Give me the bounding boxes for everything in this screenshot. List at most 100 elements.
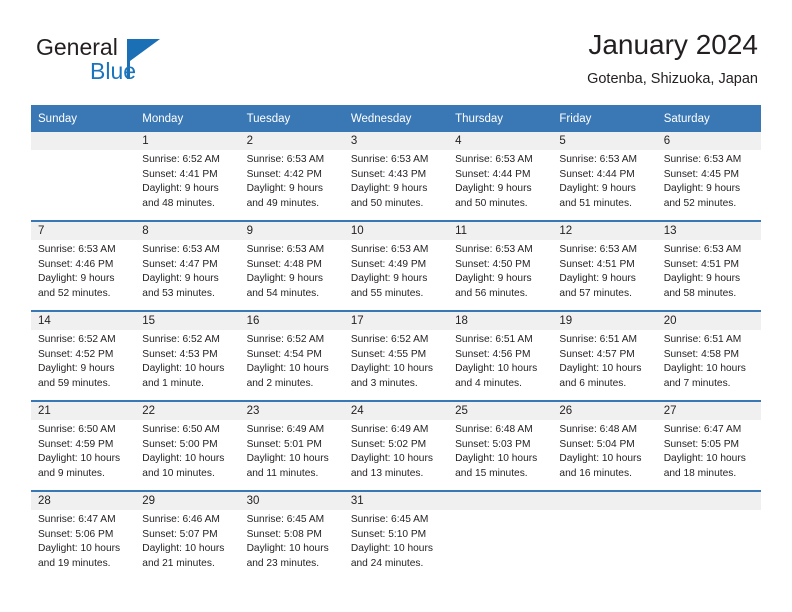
day-details: Sunrise: 6:51 AM Sunset: 4:56 PM Daylight:… [448,330,552,391]
calendar-cell[interactable]: 21 Sunrise: 6:50 AM Sunset: 4:59 PM Dayligh… [31,400,136,491]
day-cell[interactable]: 22 Sunrise: 6:50 AM Sunset: 5:00 PM Dayligh… [135,402,240,490]
calendar-cell[interactable]: 15 Sunrise: 6:52 AM Sunset: 4:53 PM Dayligh… [135,310,240,401]
calendar-cell[interactable]: 9 Sunrise: 6:53 AM Sunset: 4:48 PM Daylight… [239,220,344,311]
day-cell[interactable]: 25 Sunrise: 6:48 AM Sunset: 5:03 PM Dayligh… [448,402,553,490]
day-cell[interactable]: 10 Sunrise: 6:53 AM Sunset: 4:49 PM Dayligh… [343,222,449,310]
day-cell[interactable]: 13 Sunrise: 6:53 AM Sunset: 4:51 PM Dayligh… [656,222,761,310]
day-cell[interactable]: 31 Sunrise: 6:45 AM Sunset: 5:10 PM Dayligh… [343,492,449,580]
day-cell[interactable]: 29 Sunrise: 6:46 AM Sunset: 5:07 PM Dayligh… [135,492,240,580]
day-details [31,150,135,153]
day-cell[interactable]: 16 Sunrise: 6:52 AM Sunset: 4:54 PM Dayligh… [239,312,344,400]
calendar-cell[interactable]: 14 Sunrise: 6:52 AM Sunset: 4:52 PM Dayligh… [31,310,136,401]
calendar-cell[interactable]: 8 Sunrise: 6:53 AM Sunset: 4:47 PM Daylight… [135,220,240,311]
calendar-cell[interactable]: 18 Sunrise: 6:51 AM Sunset: 4:56 PM Dayligh… [448,310,553,401]
day-number: 15 [135,312,240,330]
calendar-cell[interactable]: 7 Sunrise: 6:53 AM Sunset: 4:46 PM Daylight… [31,220,136,311]
brand-logo[interactable]: General Blue [34,34,254,90]
sunrise-line: Sunrise: 6:53 AM [559,154,637,165]
day-details: Sunrise: 6:52 AM Sunset: 4:54 PM Daylight:… [240,330,344,391]
sunrise-line: Sunrise: 6:50 AM [142,424,220,435]
calendar-cell[interactable]: 1 Sunrise: 6:52 AM Sunset: 4:41 PM Daylight… [135,132,240,221]
calendar-week-row: 14 Sunrise: 6:52 AM Sunset: 4:52 PM Dayligh… [31,310,761,401]
weekday-header-saturday: Saturday [656,105,761,132]
day-number: 16 [239,312,344,330]
day-cell[interactable] [552,492,657,580]
sunrise-line: Sunrise: 6:49 AM [246,424,325,435]
daylight-line-1: Daylight: 9 hours [663,183,741,195]
calendar-cell[interactable]: 29 Sunrise: 6:46 AM Sunset: 5:07 PM Dayligh… [135,490,240,580]
calendar-cell[interactable]: 10 Sunrise: 6:53 AM Sunset: 4:49 PM Dayligh… [343,220,449,311]
daylight-line-2: and 58 minutes. [663,287,737,299]
day-cell[interactable]: 27 Sunrise: 6:47 AM Sunset: 5:05 PM Dayligh… [656,402,761,490]
day-cell[interactable]: 19 Sunrise: 6:51 AM Sunset: 4:57 PM Dayligh… [552,312,657,400]
daylight-line-1: Daylight: 10 hours [559,453,642,465]
day-cell[interactable]: 8 Sunrise: 6:53 AM Sunset: 4:47 PM Daylight… [135,222,240,310]
daylight-line-2: and 16 minutes. [559,467,632,479]
day-number [448,492,553,510]
calendar-cell[interactable]: 11 Sunrise: 6:53 AM Sunset: 4:50 PM Dayligh… [448,220,553,311]
calendar-cell[interactable]: 16 Sunrise: 6:52 AM Sunset: 4:54 PM Dayligh… [239,310,344,401]
calendar-cell[interactable]: 2 Sunrise: 6:53 AM Sunset: 4:42 PM Daylight… [239,132,344,221]
daylight-line-2: and 53 minutes. [142,287,215,299]
daylight-line-2: and 9 minutes. [38,467,105,479]
calendar-head: Sunday Monday Tuesday Wednesday Thursday… [31,105,761,132]
day-cell[interactable]: 1 Sunrise: 6:52 AM Sunset: 4:41 PM Daylight… [135,132,240,220]
day-cell[interactable]: 21 Sunrise: 6:50 AM Sunset: 4:59 PM Dayligh… [31,402,136,490]
calendar-cell[interactable]: 30 Sunrise: 6:45 AM Sunset: 5:08 PM Dayligh… [239,490,344,580]
sunrise-line: Sunrise: 6:48 AM [455,424,533,435]
day-number: 2 [239,132,344,150]
day-cell[interactable]: 5 Sunrise: 6:53 AM Sunset: 4:44 PM Daylight… [552,132,657,220]
day-cell[interactable]: 30 Sunrise: 6:45 AM Sunset: 5:08 PM Dayligh… [239,492,344,580]
day-cell[interactable] [31,132,136,220]
calendar-cell[interactable] [31,132,136,221]
sunset-line: Sunset: 4:42 PM [246,168,322,180]
sunset-line: Sunset: 4:53 PM [142,348,218,360]
calendar-cell[interactable]: 26 Sunrise: 6:48 AM Sunset: 5:04 PM Dayligh… [552,400,657,491]
weekday-header-monday: Monday [135,105,240,132]
sunrise-line: Sunrise: 6:53 AM [559,244,637,255]
calendar-cell[interactable] [656,490,761,580]
calendar-cell[interactable]: 12 Sunrise: 6:53 AM Sunset: 4:51 PM Dayligh… [552,220,657,311]
day-cell[interactable]: 4 Sunrise: 6:53 AM Sunset: 4:44 PM Daylight… [448,132,553,220]
day-cell[interactable]: 7 Sunrise: 6:53 AM Sunset: 4:46 PM Daylight… [31,222,136,310]
calendar-cell[interactable]: 17 Sunrise: 6:52 AM Sunset: 4:55 PM Dayligh… [343,310,449,401]
day-cell[interactable]: 18 Sunrise: 6:51 AM Sunset: 4:56 PM Dayligh… [448,312,553,400]
daylight-line-1: Daylight: 9 hours [559,183,636,195]
calendar-cell[interactable]: 6 Sunrise: 6:53 AM Sunset: 4:45 PM Daylight… [656,132,761,221]
calendar-cell[interactable]: 31 Sunrise: 6:45 AM Sunset: 5:10 PM Dayligh… [343,490,449,580]
calendar-cell[interactable]: 24 Sunrise: 6:49 AM Sunset: 5:02 PM Dayligh… [343,400,449,491]
sunrise-line: Sunrise: 6:45 AM [350,514,429,525]
sunrise-line: Sunrise: 6:52 AM [142,334,220,345]
day-cell[interactable]: 6 Sunrise: 6:53 AM Sunset: 4:45 PM Daylight… [656,132,761,220]
sunrise-line: Sunrise: 6:52 AM [142,154,220,165]
calendar-cell[interactable]: 25 Sunrise: 6:48 AM Sunset: 5:03 PM Dayligh… [448,400,553,491]
day-cell[interactable]: 24 Sunrise: 6:49 AM Sunset: 5:02 PM Dayligh… [343,402,449,490]
day-cell[interactable]: 23 Sunrise: 6:49 AM Sunset: 5:01 PM Dayligh… [239,402,344,490]
calendar-cell[interactable] [448,490,553,580]
day-cell[interactable]: 3 Sunrise: 6:53 AM Sunset: 4:43 PM Daylight… [343,132,449,220]
calendar-cell[interactable] [552,490,657,580]
day-cell[interactable]: 11 Sunrise: 6:53 AM Sunset: 4:50 PM Dayligh… [448,222,553,310]
day-cell[interactable]: 15 Sunrise: 6:52 AM Sunset: 4:53 PM Dayligh… [135,312,240,400]
day-cell[interactable]: 26 Sunrise: 6:48 AM Sunset: 5:04 PM Dayligh… [552,402,657,490]
calendar-cell[interactable]: 27 Sunrise: 6:47 AM Sunset: 5:05 PM Dayligh… [656,400,761,491]
calendar-cell[interactable]: 4 Sunrise: 6:53 AM Sunset: 4:44 PM Daylight… [448,132,553,221]
day-cell[interactable]: 28 Sunrise: 6:47 AM Sunset: 5:06 PM Dayligh… [31,492,136,580]
day-cell[interactable]: 20 Sunrise: 6:51 AM Sunset: 4:58 PM Dayligh… [656,312,761,400]
calendar-cell[interactable]: 13 Sunrise: 6:53 AM Sunset: 4:51 PM Dayligh… [656,220,761,311]
calendar-cell[interactable]: 5 Sunrise: 6:53 AM Sunset: 4:44 PM Daylight… [552,132,657,221]
calendar-cell[interactable]: 19 Sunrise: 6:51 AM Sunset: 4:57 PM Dayligh… [552,310,657,401]
day-cell[interactable]: 14 Sunrise: 6:52 AM Sunset: 4:52 PM Dayligh… [31,312,136,400]
day-cell[interactable] [448,492,553,580]
calendar-cell[interactable]: 20 Sunrise: 6:51 AM Sunset: 4:58 PM Dayligh… [656,310,761,401]
day-cell[interactable]: 9 Sunrise: 6:53 AM Sunset: 4:48 PM Daylight… [239,222,344,310]
day-details: Sunrise: 6:53 AM Sunset: 4:44 PM Daylight:… [552,150,656,211]
calendar-cell[interactable]: 3 Sunrise: 6:53 AM Sunset: 4:43 PM Daylight… [343,132,449,221]
day-cell[interactable]: 12 Sunrise: 6:53 AM Sunset: 4:51 PM Dayligh… [552,222,657,310]
calendar-cell[interactable]: 22 Sunrise: 6:50 AM Sunset: 5:00 PM Dayligh… [135,400,240,491]
day-cell[interactable]: 2 Sunrise: 6:53 AM Sunset: 4:42 PM Daylight… [239,132,344,220]
calendar-cell[interactable]: 23 Sunrise: 6:49 AM Sunset: 5:01 PM Dayligh… [239,400,344,491]
day-cell[interactable] [656,492,761,580]
calendar-cell[interactable]: 28 Sunrise: 6:47 AM Sunset: 5:06 PM Dayligh… [31,490,136,580]
day-cell[interactable]: 17 Sunrise: 6:52 AM Sunset: 4:55 PM Dayligh… [343,312,449,400]
